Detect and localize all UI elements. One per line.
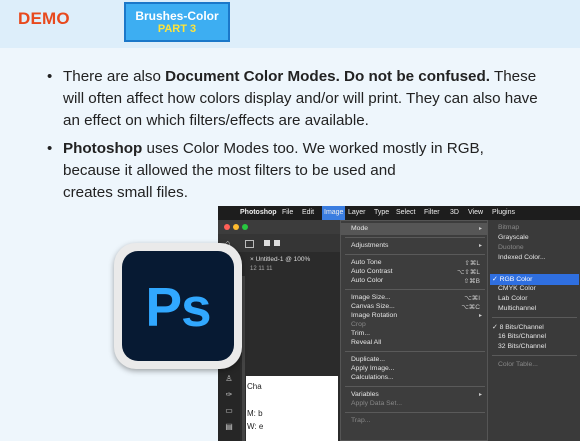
- menu-item-crop[interactable]: Crop: [351, 321, 366, 328]
- zoom-button[interactable]: [242, 224, 248, 230]
- gradient-tool-icon[interactable]: ▤: [224, 422, 234, 432]
- menu-edit[interactable]: Edit: [302, 206, 314, 220]
- menu-item-trap[interactable]: Trap...: [351, 417, 370, 424]
- photoshop-app-icon: Ps: [114, 243, 242, 369]
- menu-separator: [492, 317, 577, 318]
- photoshop-screenshot: Photoshop File Edit Image Layer Type Sel…: [218, 206, 580, 441]
- vertical-ruler: [242, 276, 245, 441]
- menu-item-image-size[interactable]: Image Size...: [351, 294, 391, 301]
- submenu-item-color-table[interactable]: Color Table...: [498, 361, 538, 368]
- slide: DEMO Brushes-Color PART 3 • There are al…: [0, 0, 580, 441]
- submenu-item-8bits[interactable]: ✓ 8 Bits/Channel: [492, 323, 544, 331]
- menu-separator: [492, 355, 577, 356]
- ruler-numbers: 12 11 11: [250, 266, 273, 272]
- menu-item-auto-color[interactable]: Auto Color: [351, 277, 383, 284]
- menu-view[interactable]: View: [468, 206, 483, 220]
- minimize-button[interactable]: [233, 224, 239, 230]
- header-bar: DEMO Brushes-Color PART 3: [0, 0, 580, 48]
- submenu-item-indexed[interactable]: Indexed Color...: [498, 254, 546, 261]
- bullet-text: creates small files.: [63, 184, 188, 201]
- menu-item-duplicate[interactable]: Duplicate...: [351, 356, 385, 363]
- badge-part: PART 3: [157, 23, 197, 35]
- submenu-arrow-icon: ▸: [478, 313, 482, 319]
- panel-text: Cha: [247, 382, 262, 391]
- stamp-tool-icon[interactable]: ♙: [224, 374, 234, 384]
- menu-filter[interactable]: Filter: [424, 206, 440, 220]
- menu-separator: [345, 351, 485, 352]
- menu-layer[interactable]: Layer: [348, 206, 366, 220]
- submenu-arrow-icon: ▸: [478, 226, 482, 232]
- menu-file[interactable]: File: [282, 206, 293, 220]
- submenu-item-32bits[interactable]: 32 Bits/Channel: [498, 343, 546, 350]
- submenu-item-duotone[interactable]: Duotone: [498, 244, 524, 251]
- eraser-tool-icon[interactable]: ▭: [224, 406, 234, 416]
- bullet-item: • There are also Document Color Modes. D…: [47, 66, 548, 132]
- submenu-item-16bits[interactable]: 16 Bits/Channel: [498, 333, 546, 340]
- selection-mode-icon[interactable]: [264, 240, 270, 246]
- menu-photoshop[interactable]: Photoshop: [240, 206, 277, 220]
- close-button[interactable]: [224, 224, 230, 230]
- submenu-item-multichannel[interactable]: Multichannel: [498, 305, 536, 312]
- menu-item-reveal-all[interactable]: Reveal All: [351, 339, 381, 346]
- menu-item-adjustments[interactable]: Adjustments: [351, 242, 388, 249]
- menu-separator: [345, 289, 485, 290]
- submenu-item-lab[interactable]: Lab Color: [498, 295, 527, 302]
- submenu-arrow-icon: ▸: [478, 392, 482, 398]
- ps-logo-text: Ps: [145, 276, 211, 338]
- submenu-item-rgb[interactable]: ✓ RGB Color: [492, 275, 532, 283]
- submenu-arrow-icon: ▸: [478, 243, 482, 249]
- submenu-item-grayscale[interactable]: Grayscale: [498, 234, 529, 241]
- shortcut-text: ⌥⌘C: [461, 304, 480, 311]
- menu-separator: [345, 237, 485, 238]
- menu-item-image-rotation[interactable]: Image Rotation: [351, 312, 397, 319]
- menu-3d[interactable]: 3D: [450, 206, 459, 220]
- marquee-icon[interactable]: [245, 240, 254, 248]
- menu-item-auto-tone[interactable]: Auto Tone: [351, 259, 382, 266]
- image-menu: Mode ▸ Adjustments ▸ Auto Tone ⇧⌘L Auto Con…: [340, 220, 489, 441]
- bullet-dot: •: [47, 68, 53, 85]
- bullet-dot: •: [47, 140, 53, 157]
- bullet-item: • Photoshop uses Color Modes too. We wor…: [47, 138, 548, 204]
- mode-submenu: Bitmap Grayscale Duotone Indexed Color..…: [487, 220, 580, 441]
- menu-plugins[interactable]: Plugins: [492, 206, 515, 220]
- menu-item-calculations[interactable]: Calculations...: [351, 374, 394, 381]
- bullet-text: There are also: [63, 68, 166, 85]
- document-tab[interactable]: × Untitled-1 @ 100%: [250, 256, 310, 263]
- menu-item-canvas-size[interactable]: Canvas Size...: [351, 303, 395, 310]
- menu-item-variables[interactable]: Variables: [351, 391, 379, 398]
- document-tab-label: Untitled-1 @ 100%: [255, 256, 311, 263]
- panel-text: M: b: [247, 409, 263, 418]
- menu-separator: [345, 254, 485, 255]
- panel-text: W: e: [247, 422, 264, 431]
- menu-item-trim[interactable]: Trim...: [351, 330, 370, 337]
- submenu-item-cmyk[interactable]: CMYK Color: [498, 285, 536, 292]
- ps-icon-background: Ps: [122, 251, 234, 361]
- bullet-text: uses Color Modes too. We worked mostly i…: [142, 140, 484, 157]
- bullet-bold: Document Color Modes. Do not be confused…: [165, 68, 491, 85]
- shortcut-text: ⌥⇧⌘L: [456, 269, 480, 276]
- bullet-bold: Photoshop: [63, 140, 143, 157]
- menu-image[interactable]: Image: [322, 206, 346, 220]
- canvas-panel[interactable]: Cha M: b W: e: [246, 376, 338, 441]
- menu-item-apply-image[interactable]: Apply Image...: [351, 365, 394, 372]
- badge-title: Brushes-Color: [135, 9, 219, 23]
- menu-select[interactable]: Select: [396, 206, 415, 220]
- menu-bar: Photoshop File Edit Image Layer Type Sel…: [218, 206, 580, 220]
- demo-label: DEMO: [18, 9, 70, 28]
- bullet-text: because it allowed the most filters to b…: [63, 162, 396, 179]
- selection-mode-icon[interactable]: [274, 240, 280, 246]
- shortcut-text: ⇧⌘B: [463, 278, 480, 285]
- shortcut-text: ⇧⌘L: [464, 260, 480, 267]
- menu-separator: [345, 386, 485, 387]
- menu-separator: [345, 412, 485, 413]
- menu-item-auto-contrast[interactable]: Auto Contrast: [351, 268, 393, 275]
- history-brush-tool-icon[interactable]: ✑: [224, 390, 234, 400]
- menu-type[interactable]: Type: [374, 206, 389, 220]
- menu-item-mode[interactable]: Mode: [351, 225, 368, 232]
- submenu-item-bitmap[interactable]: Bitmap: [498, 224, 519, 231]
- menu-item-apply-data-set[interactable]: Apply Data Set...: [351, 400, 402, 407]
- shortcut-text: ⌥⌘I: [464, 295, 480, 302]
- section-badge: Brushes-Color PART 3: [124, 2, 230, 42]
- bullet-list: • There are also Document Color Modes. D…: [47, 66, 548, 210]
